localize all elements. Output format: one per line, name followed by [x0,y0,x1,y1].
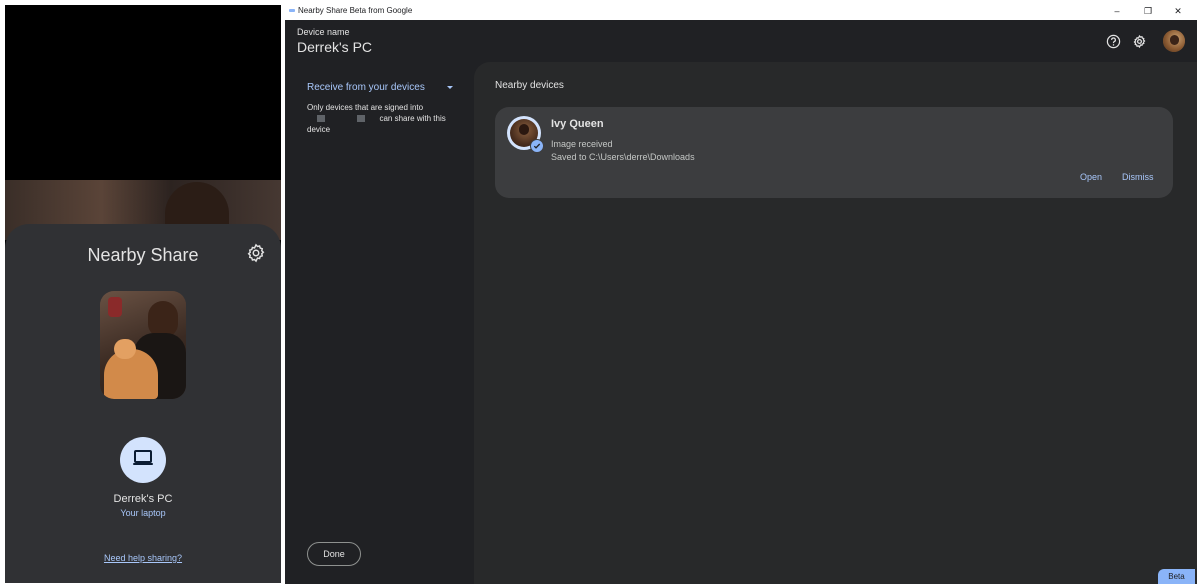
device-name-value[interactable]: Derrek's PC [297,39,372,55]
sidebar: Receive from your devices Only devices t… [285,62,474,584]
help-icon[interactable] [1105,33,1121,49]
gear-icon[interactable] [245,242,267,264]
phone-screen: Nearby Share Derrek's PC Your laptop Nee… [5,5,281,583]
device-name-label: Device name [297,27,350,37]
saved-location: Saved to C:\Users\derre\Downloads [551,152,695,162]
window-title: Nearby Share Beta from Google [298,6,413,15]
laptop-icon [132,449,154,472]
receive-dropdown-label: Receive from your devices [307,82,425,93]
beta-badge: Beta [1158,569,1195,584]
open-button[interactable]: Open [1080,172,1102,182]
shared-image-preview [100,291,186,399]
restore-button[interactable]: ❐ [1141,4,1155,18]
sender-name: Ivy Queen [551,118,604,130]
device-target-button[interactable] [120,437,166,483]
receive-dropdown[interactable]: Receive from your devices [307,82,453,93]
device-subtitle: Your laptop [120,508,166,518]
transfer-card: Ivy Queen Image received Saved to C:\Use… [495,107,1173,198]
dropdown-caret-icon [446,86,453,89]
nearby-share-window: Nearby Share Beta from Google – ❐ ✕ Devi… [285,2,1197,584]
close-button[interactable]: ✕ [1171,4,1185,18]
account-avatar[interactable] [1163,30,1185,52]
sheet-title: Nearby Share [87,245,199,265]
device-name-label: Derrek's PC [113,493,173,505]
done-button[interactable]: Done [307,542,361,566]
redacted-account [357,115,366,123]
gear-icon[interactable] [1131,33,1147,49]
section-title: Nearby devices [495,80,564,91]
transfer-status: Image received [551,139,613,149]
dismiss-button[interactable]: Dismiss [1122,172,1154,182]
nearby-share-sheet: Nearby Share Derrek's PC Your laptop Nee… [5,224,281,583]
minimize-button[interactable]: – [1110,4,1124,18]
title-bar: Nearby Share Beta from Google – ❐ ✕ [285,2,1197,20]
app-icon [289,9,295,12]
receive-description: Only devices that are signed into can sh… [307,103,446,134]
redacted-account [317,115,325,123]
check-icon [530,139,544,153]
main-pane: Nearby devices Ivy Queen Image received … [474,62,1197,584]
help-sharing-link[interactable]: Need help sharing? [5,553,281,563]
